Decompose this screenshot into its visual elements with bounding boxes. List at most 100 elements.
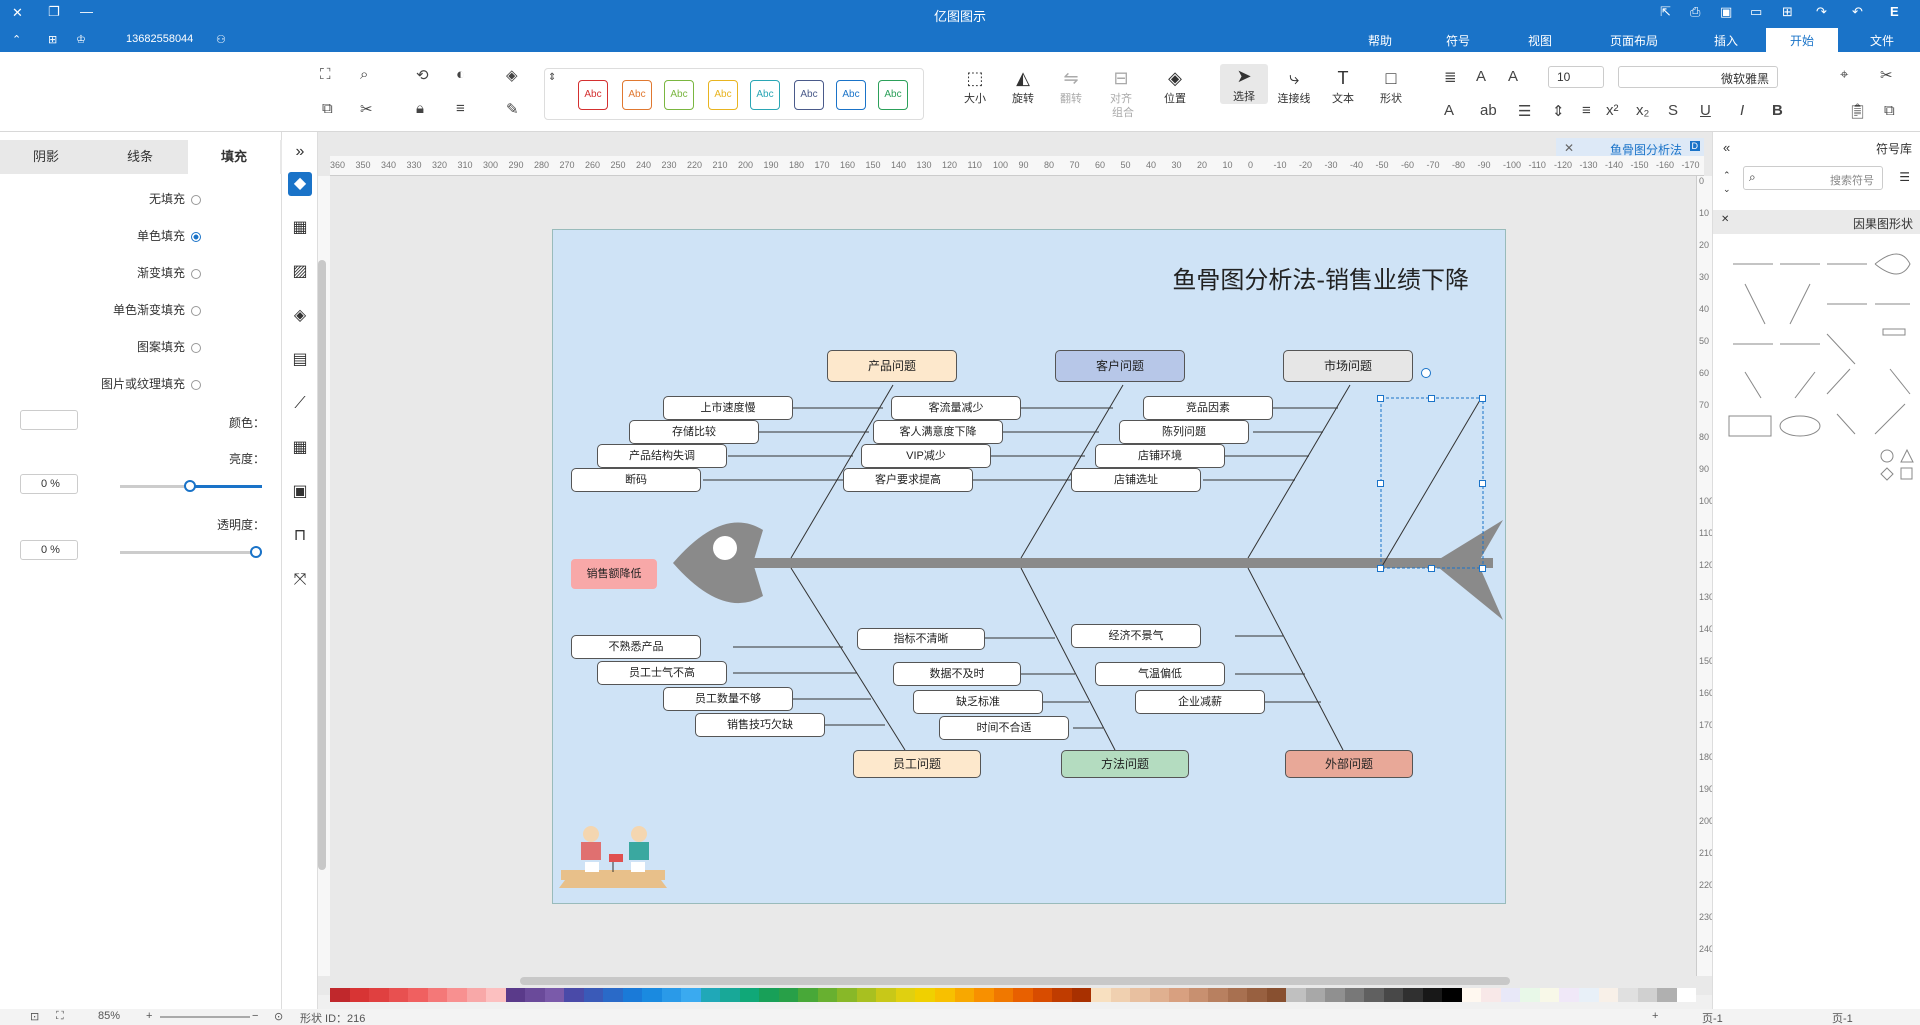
text-align-icon[interactable]: ≡: [1582, 102, 1591, 119]
radio-button[interactable]: [191, 379, 201, 390]
radio-button[interactable]: [191, 194, 201, 205]
tab-home[interactable]: 开始: [1766, 28, 1839, 52]
gallery-scroll-icon[interactable]: ⇕: [548, 72, 556, 83]
tab-line[interactable]: 线条: [94, 140, 186, 174]
line-spacing-icon[interactable]: ⇕: [1552, 102, 1565, 120]
play-icon[interactable]: ⊙: [274, 1010, 283, 1023]
undo-icon[interactable]: ↶: [1852, 4, 1863, 20]
palette-swatch[interactable]: [1461, 988, 1482, 1002]
palette-swatch[interactable]: [1559, 988, 1579, 1002]
font-shrink-icon[interactable]: A: [1476, 68, 1486, 85]
position-button[interactable]: ◈ 位置: [1158, 66, 1192, 106]
font-grow-icon[interactable]: A: [1508, 68, 1518, 85]
palette-swatch[interactable]: [505, 988, 526, 1002]
tab-insert[interactable]: 插入: [1714, 32, 1738, 49]
apps-icon[interactable]: ⊞: [48, 33, 57, 46]
palette-swatch[interactable]: [1500, 988, 1521, 1002]
color-picker[interactable]: [20, 410, 78, 430]
image-icon[interactable]: ▨: [288, 260, 312, 284]
palette-swatch[interactable]: [1208, 988, 1228, 1002]
select-button[interactable]: ➤ 选择: [1220, 64, 1268, 104]
palette-swatch[interactable]: [330, 988, 350, 1002]
palette-swatch[interactable]: [954, 988, 975, 1002]
font-size-select[interactable]: 10: [1548, 66, 1604, 88]
category-external[interactable]: 外部问题: [1285, 750, 1413, 778]
group-button[interactable]: 组合: [1106, 104, 1140, 120]
transparency-slider[interactable]: [120, 551, 262, 554]
resize-handle[interactable]: [1479, 480, 1486, 487]
bold-icon[interactable]: B: [1772, 102, 1783, 119]
category-market[interactable]: 市场问题: [1283, 350, 1413, 382]
palette-swatch[interactable]: [1637, 988, 1658, 1002]
palette-swatch[interactable]: [447, 988, 467, 1002]
font-color-icon[interactable]: A: [1444, 102, 1454, 119]
share-icon[interactable]: ⇱: [1660, 4, 1671, 20]
collapse-panel-icon[interactable]: »: [288, 140, 312, 164]
diagram-page[interactable]: 鱼骨图分析法-销售业绩下降 销售额降低 产品问题 客户问题 市场问题 员工问题 …: [552, 229, 1506, 904]
resize-handle[interactable]: [1377, 480, 1384, 487]
cause-box[interactable]: 时间不合适: [939, 716, 1069, 740]
palette-swatch[interactable]: [1364, 988, 1384, 1002]
category-staff[interactable]: 员工问题: [853, 750, 981, 778]
table-icon[interactable]: ▦: [288, 436, 312, 460]
style-swatch[interactable]: Abc: [878, 80, 908, 110]
print-icon[interactable]: ⎙: [1690, 4, 1700, 20]
phone-number[interactable]: 13682558044: [126, 33, 193, 45]
palette-swatch[interactable]: [739, 988, 760, 1002]
palette-swatch[interactable]: [349, 988, 370, 1002]
vertical-scrollbar[interactable]: [318, 260, 326, 870]
cause-box[interactable]: 不熟悉产品: [571, 635, 701, 659]
palette-swatch[interactable]: [1149, 988, 1170, 1002]
cause-box[interactable]: VIP减少: [861, 444, 991, 468]
copy-icon[interactable]: ⧉: [322, 100, 333, 117]
category-method[interactable]: 方法问题: [1061, 750, 1189, 778]
palette-swatch[interactable]: [681, 988, 701, 1002]
resize-handle[interactable]: [1479, 395, 1486, 402]
italic-icon[interactable]: I: [1740, 102, 1744, 119]
resize-handle[interactable]: [1377, 565, 1384, 572]
palette-swatch[interactable]: [661, 988, 682, 1002]
palette-swatch[interactable]: [1071, 988, 1092, 1002]
format-painter-icon[interactable]: ⌖: [1840, 66, 1848, 83]
redo-icon[interactable]: ↷: [1816, 4, 1827, 20]
page-tab-current[interactable]: 页-1: [1832, 1010, 1853, 1025]
palette-swatch[interactable]: [915, 988, 935, 1002]
palette-swatch[interactable]: [525, 988, 545, 1002]
palette-swatch[interactable]: [700, 988, 721, 1002]
cause-box[interactable]: 客人满意度下降: [873, 420, 1003, 444]
palette-swatch[interactable]: [856, 988, 877, 1002]
list-icon[interactable]: ☰: [1518, 102, 1531, 120]
cause-box[interactable]: 存储比较: [629, 420, 759, 444]
find-icon[interactable]: ⌕: [360, 66, 368, 83]
palette-swatch[interactable]: [1325, 988, 1345, 1002]
palette-swatch[interactable]: [1052, 988, 1072, 1002]
font-name-select[interactable]: 微软雅黑: [1618, 66, 1778, 88]
palette-swatch[interactable]: [622, 988, 643, 1002]
palette-swatch[interactable]: [720, 988, 740, 1002]
tab-fill[interactable]: 填充: [188, 140, 280, 174]
style-swatch[interactable]: Abc: [750, 80, 780, 110]
shape-button[interactable]: □ 形状: [1374, 66, 1408, 106]
palette-swatch[interactable]: [1013, 988, 1033, 1002]
doc-tab-close-icon[interactable]: ✕: [1564, 141, 1574, 155]
radio-button[interactable]: [191, 342, 201, 353]
palette-swatch[interactable]: [544, 988, 565, 1002]
meeting-illustration[interactable]: [555, 820, 671, 890]
user-icon[interactable]: ⚇: [216, 33, 226, 46]
picture-icon[interactable]: ▣: [288, 480, 312, 504]
fill-option-none[interactable]: 无填充: [149, 190, 201, 207]
palette-swatch[interactable]: [642, 988, 662, 1002]
copy2-icon[interactable]: ⧉: [1884, 102, 1895, 119]
radio-button[interactable]: [191, 268, 201, 279]
crop-icon[interactable]: ⛶: [320, 66, 331, 83]
palette-swatch[interactable]: [1130, 988, 1150, 1002]
page-tab[interactable]: 页-1: [1702, 1010, 1723, 1025]
symbol-search-input[interactable]: 搜索符号: [1743, 166, 1883, 190]
palette-swatch[interactable]: [1618, 988, 1638, 1002]
palette-swatch[interactable]: [1188, 988, 1209, 1002]
tab-view[interactable]: 视图: [1528, 32, 1552, 49]
subscript-icon[interactable]: x₂: [1636, 102, 1649, 119]
palette-swatch[interactable]: [1403, 988, 1423, 1002]
palette-swatch[interactable]: [1422, 988, 1443, 1002]
horizontal-scrollbar[interactable]: [520, 977, 1510, 985]
